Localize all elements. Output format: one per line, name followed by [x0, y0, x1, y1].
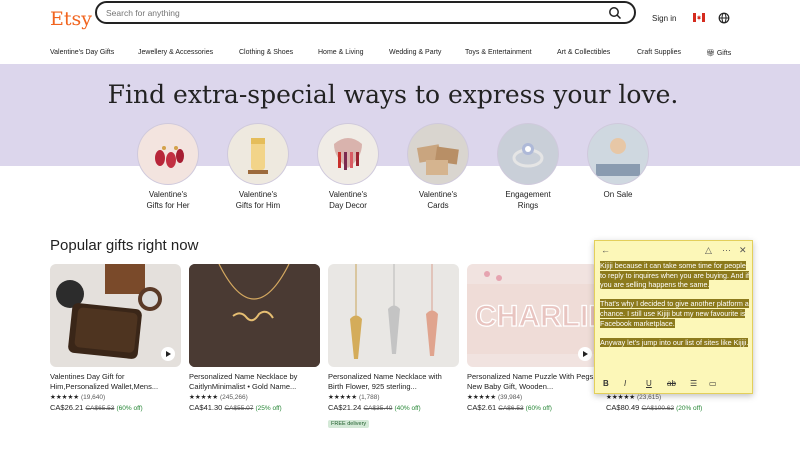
strikethrough-icon[interactable]: ab [667, 378, 676, 390]
stars-icon: ★★★★★ [189, 394, 219, 401]
category-on-sale[interactable]: On Sale [578, 124, 658, 200]
sticky-note-toolbar: B I U ab ☰ ▭ [595, 375, 752, 393]
search-bar[interactable] [95, 1, 636, 24]
stars-icon: ★★★★★ [50, 394, 80, 401]
product-image[interactable] [189, 264, 320, 367]
sticky-note-window[interactable]: ← △ ··· ✕ Kijiji because it can take som… [594, 240, 753, 394]
product-price: CA$41.30 CA$55.07 (25% off) [189, 403, 282, 412]
category-image [138, 124, 198, 184]
category-label: Valentine's Gifts for Her [146, 190, 190, 210]
sign-in-link[interactable]: Sign in [652, 14, 676, 23]
product-rating: ★★★★★ (19,640) [50, 394, 106, 401]
product-card[interactable]: Personalized Name Necklace by CaitlynMin… [189, 264, 320, 412]
free-delivery-badge: FREE delivery [328, 420, 370, 428]
nav-valentines-day-gifts[interactable]: Valentine's Day Gifts [50, 49, 114, 56]
product-title[interactable]: Personalized Name Puzzle With Pegs, New … [467, 372, 598, 392]
category-label: Valentine's Cards [418, 190, 458, 210]
product-rating: ★★★★★ (245,266) [189, 394, 248, 401]
stars-icon: ★★★★★ [328, 394, 358, 401]
product-price: CA$21.24 CA$35.40 (40% off) [328, 403, 421, 412]
category-image [408, 124, 468, 184]
video-play-icon[interactable] [161, 347, 175, 361]
sticky-note-titlebar[interactable]: ← △ ··· ✕ [595, 241, 752, 259]
product-price: CA$26.21 CA$65.53 (60% off) [50, 403, 143, 412]
category-engagement-rings[interactable]: Engagement Rings [488, 124, 568, 211]
svg-text:CHARLIE: CHARLIE [475, 300, 598, 333]
italic-icon[interactable]: I [624, 378, 626, 390]
back-arrow-icon[interactable]: ← [601, 244, 610, 256]
product-title[interactable]: Personalized Name Necklace by CaitlynMin… [189, 372, 320, 392]
product-price: CA$80.49 CA$100.62 (20% off) [606, 403, 703, 412]
product-card[interactable]: CHARLIE Personalized Name Puzzle With Pe… [467, 264, 598, 412]
more-options-icon[interactable]: ··· [722, 244, 731, 256]
bold-icon[interactable]: B [603, 378, 609, 390]
product-image[interactable]: CHARLIE [467, 264, 598, 367]
category-label: On Sale [603, 190, 633, 199]
canada-flag-icon[interactable] [693, 13, 705, 22]
stars-icon: ★★★★★ [606, 394, 636, 401]
nav-clothing-shoes[interactable]: Clothing & Shoes [239, 49, 293, 56]
image-icon[interactable]: ▭ [709, 378, 717, 390]
nav-craft-supplies[interactable]: Craft Supplies [637, 49, 681, 56]
product-image[interactable] [328, 264, 459, 367]
close-icon[interactable]: ✕ [739, 244, 747, 256]
category-image [588, 124, 648, 184]
etsy-logo[interactable]: Etsy [50, 8, 92, 30]
sticky-note-text[interactable]: Kijiji because it can take some time for… [600, 261, 750, 371]
nav-jewellery-accessories[interactable]: Jewellery & Accessories [138, 49, 213, 56]
product-rating: ★★★★★ (23,615) [606, 394, 662, 401]
product-title[interactable]: Valentines Day Gift for Him,Personalized… [50, 372, 181, 392]
product-rating: ★★★★★ (1,788) [328, 394, 380, 401]
video-play-icon[interactable] [578, 347, 592, 361]
gift-icon: 🎁︎ [706, 50, 715, 57]
stars-icon: ★★★★★ [467, 394, 497, 401]
section-title: Popular gifts right now [50, 237, 199, 254]
nav-gifts[interactable]: 🎁︎ Gifts [706, 49, 731, 57]
globe-icon[interactable] [718, 12, 730, 24]
nav-home-living[interactable]: Home & Living [318, 49, 364, 56]
category-label: Valentine's Gifts for Him [235, 190, 281, 210]
category-gifts-for-her[interactable]: Valentine's Gifts for Her [128, 124, 208, 211]
category-nav: Valentine's Day Gifts Jewellery & Access… [0, 44, 800, 62]
product-rating: ★★★★★ (39,984) [467, 394, 523, 401]
product-price: CA$2.61 CA$6.53 (60% off) [467, 403, 552, 412]
nav-toys-entertainment[interactable]: Toys & Entertainment [465, 49, 532, 56]
bullet-list-icon[interactable]: ☰ [690, 378, 697, 390]
category-label: Valentine's Day Decor [328, 190, 368, 210]
hero-title: Find extra-special ways to express your … [107, 80, 679, 109]
search-input[interactable] [106, 6, 586, 20]
category-label: Engagement Rings [505, 190, 551, 210]
category-image [228, 124, 288, 184]
category-cards[interactable]: Valentine's Cards [398, 124, 478, 211]
product-card[interactable]: Personalized Name Necklace with Birth Fl… [328, 264, 459, 430]
nav-wedding-party[interactable]: Wedding & Party [389, 49, 441, 56]
site-header: Etsy Sign in [0, 0, 800, 40]
product-card[interactable]: Valentines Day Gift for Him,Personalized… [50, 264, 181, 412]
product-title[interactable]: Personalized Name Necklace with Birth Fl… [328, 372, 459, 392]
search-icon[interactable] [608, 6, 622, 20]
nav-art-collectibles[interactable]: Art & Collectibles [557, 49, 610, 56]
category-day-decor[interactable]: Valentine's Day Decor [308, 124, 388, 211]
category-image [318, 124, 378, 184]
warning-icon[interactable]: △ [705, 244, 712, 256]
category-gifts-for-him[interactable]: Valentine's Gifts for Him [218, 124, 298, 211]
category-image [498, 124, 558, 184]
underline-icon[interactable]: U [646, 378, 652, 390]
product-image[interactable] [50, 264, 181, 367]
